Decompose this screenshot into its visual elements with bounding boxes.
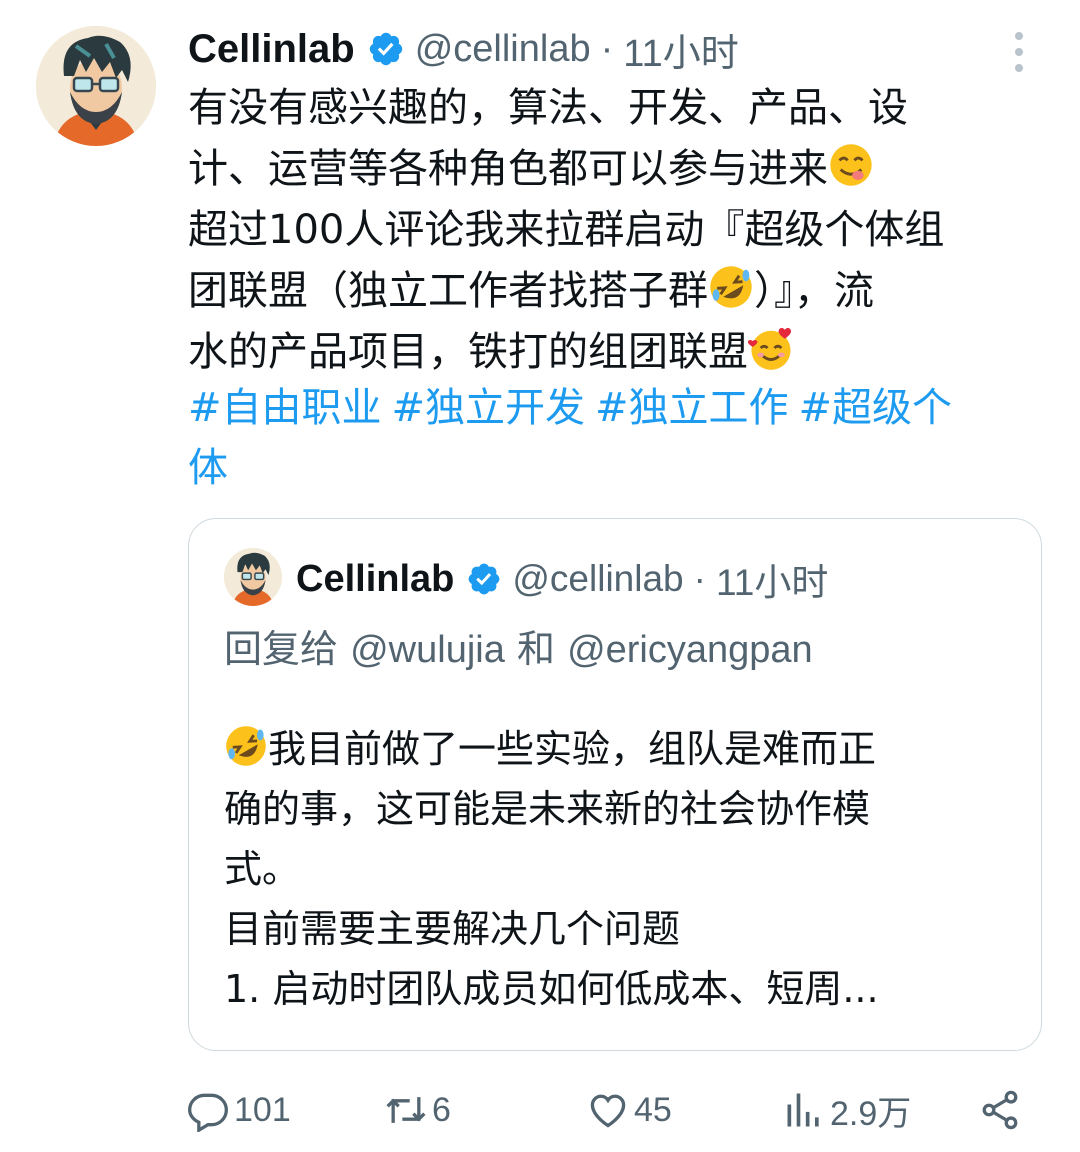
reply-user-link[interactable]: @wulujia bbox=[350, 629, 505, 671]
separator-dot: · bbox=[693, 558, 706, 599]
views-count: 2.9万 bbox=[830, 1094, 912, 1133]
hashtags: #自由职业 #独立开发 #独立工作 #超级个体 bbox=[188, 378, 1038, 498]
quote-line: 目前需要主要解决几个问题 bbox=[224, 907, 681, 951]
hashtag-link[interactable]: 体 bbox=[188, 445, 228, 491]
tweet-header: Cellinlab @cellinlab · 11小时 bbox=[188, 22, 739, 76]
author-handle[interactable]: @cellinlab bbox=[415, 28, 591, 71]
tweet-line: 计、运营等各种角色都可以参与进来 bbox=[188, 146, 828, 192]
share-icon bbox=[982, 1090, 1018, 1130]
reply-user-link[interactable]: @ericyangpan bbox=[567, 629, 813, 671]
tweet-line: 团联盟（独立工作者找搭子群 bbox=[188, 268, 708, 314]
tweet-time[interactable]: 11小时 bbox=[623, 22, 738, 77]
tweet-line: 有没有感兴趣的，算法、开发、产品、设 bbox=[188, 85, 908, 131]
smiling-hearts-emoji-icon bbox=[748, 327, 792, 370]
tweet-line: ）』，流 bbox=[754, 268, 874, 314]
reply-prefix: 回复给 bbox=[224, 627, 339, 671]
quoted-author-avatar[interactable] bbox=[224, 548, 282, 606]
hashtag-link[interactable]: #自由职业 bbox=[188, 385, 382, 431]
retweet-icon bbox=[386, 1097, 426, 1123]
action-bar: 101 6 45 2.9万 bbox=[0, 1084, 1080, 1136]
rofl-face-emoji-icon bbox=[710, 266, 752, 308]
reply-and: 和 bbox=[516, 627, 555, 671]
quote-line: 1. 启动时团队成员如何低成本、短周... bbox=[224, 967, 879, 1011]
like-count: 45 bbox=[634, 1090, 672, 1129]
quote-line: 确的事，这可能是未来新的社会协作模 bbox=[224, 787, 871, 831]
retweet-count: 6 bbox=[432, 1090, 451, 1129]
hashtag-link[interactable]: #超级个 bbox=[799, 385, 953, 431]
quoted-author-handle[interactable]: @cellinlab bbox=[512, 558, 683, 600]
quote-line: 我目前做了一些实验，组队是难而正 bbox=[268, 727, 877, 771]
reply-icon bbox=[188, 1093, 228, 1132]
heart-icon bbox=[590, 1094, 626, 1128]
share-button[interactable] bbox=[978, 1084, 1026, 1136]
hashtag-link[interactable]: #独立工作 bbox=[595, 385, 789, 431]
separator-dot: · bbox=[600, 27, 614, 70]
views-button[interactable]: 2.9万 bbox=[782, 1084, 911, 1136]
tweet-text: 有没有感兴趣的，算法、开发、产品、设 计、运营等各种角色都可以参与进来超过100人… bbox=[188, 78, 1044, 383]
author-name[interactable]: Cellinlab bbox=[188, 27, 355, 72]
quoted-tweet-time[interactable]: 11小时 bbox=[716, 552, 828, 606]
yum-face-emoji-icon bbox=[830, 144, 872, 186]
hashtag-link[interactable]: #独立开发 bbox=[392, 385, 586, 431]
reply-count: 101 bbox=[234, 1090, 291, 1129]
verified-badge-icon bbox=[469, 563, 500, 595]
tweet-line: 超过100人评论我来拉群启动『超级个体组 bbox=[188, 207, 945, 253]
rofl-face-emoji-icon bbox=[226, 726, 266, 766]
more-options-icon[interactable] bbox=[1004, 32, 1034, 72]
quoted-author-name[interactable]: Cellinlab bbox=[296, 558, 454, 601]
quote-line: 式。 bbox=[224, 847, 301, 891]
quoted-tweet-header: Cellinlab @cellinlab · 11小时 bbox=[296, 554, 828, 604]
like-button[interactable]: 45 bbox=[586, 1084, 672, 1136]
verified-badge-icon bbox=[369, 32, 402, 66]
retweet-button[interactable]: 6 bbox=[384, 1084, 451, 1136]
reply-context: 回复给 @wulujia 和 @ericyangpan bbox=[224, 624, 813, 675]
author-avatar[interactable] bbox=[36, 26, 156, 146]
tweet-line: 水的产品项目，铁打的组团联盟 bbox=[188, 329, 748, 375]
views-chart-icon bbox=[787, 1093, 819, 1127]
quoted-tweet-text: 我目前做了一些实验，组队是难而正确的事，这可能是未来新的社会协作模 式。目前需要主… bbox=[224, 719, 1014, 1019]
reply-button[interactable]: 101 bbox=[186, 1084, 291, 1136]
